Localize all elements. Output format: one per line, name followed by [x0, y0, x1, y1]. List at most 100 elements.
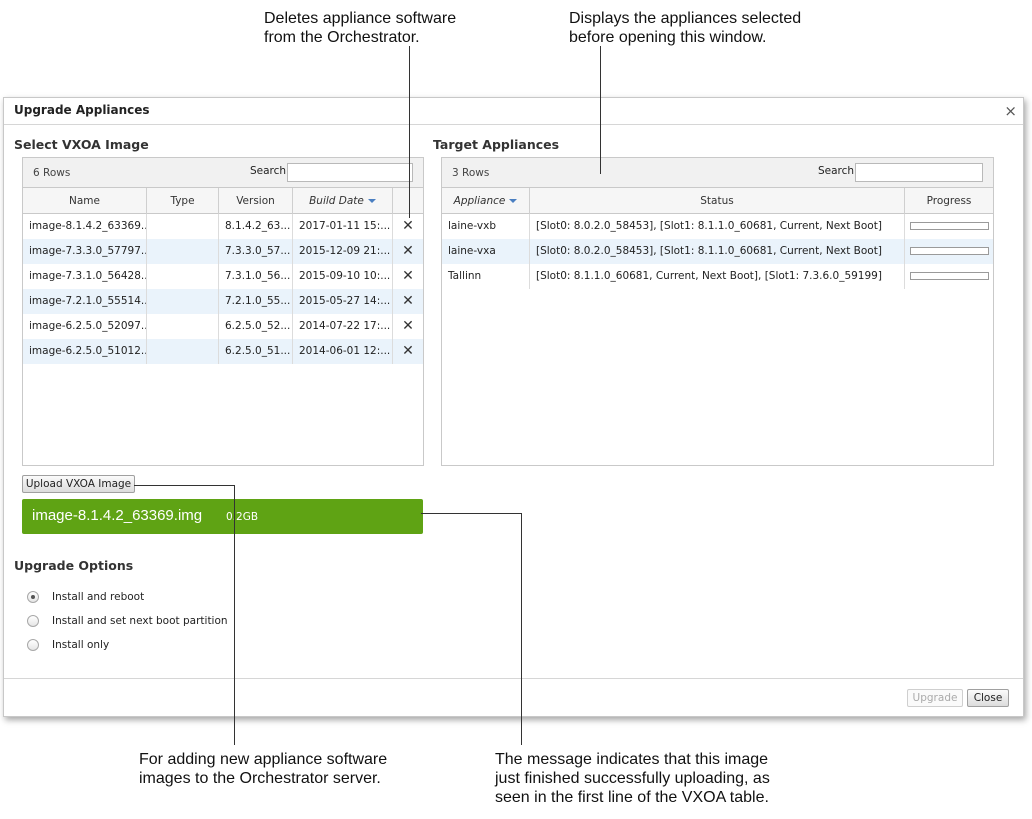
targets-grid-header: Appliance Status Progress [442, 188, 993, 214]
table-row[interactable]: laine-vxa [Slot0: 8.0.2.0_58453], [Slot1… [442, 239, 993, 264]
table-row[interactable]: image-7.2.1.0_55514... 7.2.1.0_55... 201… [23, 289, 423, 314]
callout-message-line1: The message indicates that this image [495, 751, 769, 768]
cell-version: 6.2.5.0_51... [219, 339, 293, 364]
upload-vxoa-image-button[interactable]: Upload VXOA Image [22, 475, 135, 493]
callout-targets-line2: before opening this window. [569, 29, 767, 46]
targets-rows-count: 3 Rows [452, 167, 490, 179]
close-icon[interactable]: × [1004, 102, 1017, 120]
progress-bar [910, 222, 989, 230]
delete-icon[interactable]: ✕ [398, 289, 418, 314]
cell-name: image-7.3.1.0_56428... [23, 264, 147, 289]
callout-upload: For adding new appliance software images… [139, 750, 387, 788]
table-row[interactable]: Tallinn [Slot0: 8.1.1.0_60681, Current, … [442, 264, 993, 289]
radio-label-install-only[interactable]: Install only [52, 639, 109, 651]
delete-icon[interactable]: ✕ [398, 264, 418, 289]
table-row[interactable]: image-7.3.3.0_57797... 7.3.3.0_57... 201… [23, 239, 423, 264]
callout-message-connector-h [421, 513, 522, 514]
upload-success-message: image-8.1.4.2_63369.img 0.2GB [22, 499, 423, 534]
table-row[interactable]: image-6.2.5.0_52097... 6.2.5.0_52... 201… [23, 314, 423, 339]
cell-build-date: 2015-12-09 21:... [293, 239, 393, 264]
delete-icon[interactable]: ✕ [398, 314, 418, 339]
cell-type [147, 314, 219, 339]
progress-bar [910, 272, 989, 280]
radio-label-install-and-set-next-boot[interactable]: Install and set next boot partition [52, 615, 228, 627]
vxoa-search-label: Search [250, 165, 287, 177]
table-row[interactable]: laine-vxb [Slot0: 8.0.2.0_58453], [Slot1… [442, 214, 993, 239]
cell-status: [Slot0: 8.0.2.0_58453], [Slot1: 8.1.1.0_… [530, 214, 905, 239]
radio-install-and-set-next-boot[interactable] [27, 615, 39, 627]
callout-targets: Displays the appliances selected before … [569, 9, 801, 47]
progress-bar [910, 247, 989, 255]
upgrade-options-heading: Upgrade Options [14, 558, 134, 573]
table-row[interactable]: image-6.2.5.0_51012... 6.2.5.0_51... 201… [23, 339, 423, 364]
title-divider [4, 124, 1023, 125]
cell-version: 8.1.4.2_63... [219, 214, 293, 239]
cell-build-date: 2015-09-10 10:... [293, 264, 393, 289]
column-header-progress[interactable]: Progress [905, 188, 993, 214]
column-header-status[interactable]: Status [530, 188, 905, 214]
radio-install-only[interactable] [27, 639, 39, 651]
cell-build-date: 2015-05-27 14:... [293, 289, 393, 314]
table-row[interactable]: image-8.1.4.2_63369... 8.1.4.2_63... 201… [23, 214, 423, 239]
cell-name: image-7.3.3.0_57797... [23, 239, 147, 264]
callout-targets-line1: Displays the appliances selected [569, 10, 802, 27]
cell-appliance: laine-vxb [442, 214, 530, 239]
callout-upload-connector-v [234, 485, 235, 745]
cell-name: image-8.1.4.2_63369... [23, 214, 147, 239]
cell-version: 7.2.1.0_55... [219, 289, 293, 314]
cell-name: image-7.2.1.0_55514... [23, 289, 147, 314]
callout-targets-connector [600, 46, 601, 174]
column-header-type[interactable]: Type [147, 188, 219, 214]
callout-message-line2: just finished successfully uploading, as [495, 770, 770, 787]
radio-install-and-reboot[interactable] [27, 591, 39, 603]
target-appliances-grid: 3 Rows Search Appliance Status Progress … [441, 157, 994, 466]
close-button[interactable]: Close [967, 689, 1009, 707]
upload-filename: image-8.1.4.2_63369.img [32, 507, 203, 524]
callout-upload-connector-h [134, 485, 235, 486]
targets-search-label: Search [818, 165, 855, 177]
delete-icon[interactable]: ✕ [398, 214, 418, 239]
cell-type [147, 214, 219, 239]
upload-size: 0.2GB [226, 511, 259, 523]
cell-name: image-6.2.5.0_52097... [23, 314, 147, 339]
callout-upload-line1: For adding new appliance software [139, 751, 388, 768]
callout-message-line3: seen in the first line of the VXOA table… [495, 789, 769, 806]
cell-version: 6.2.5.0_52... [219, 314, 293, 339]
cell-type [147, 289, 219, 314]
vxoa-rows-count: 6 Rows [33, 167, 71, 179]
cell-type [147, 264, 219, 289]
callout-delete-line1: Deletes appliance software [264, 10, 457, 27]
cell-appliance: laine-vxa [442, 239, 530, 264]
vxoa-grid-header: Name Type Version Build Date [23, 188, 423, 214]
cell-build-date: 2014-06-01 12:... [293, 339, 393, 364]
upgrade-button[interactable]: Upgrade [907, 689, 963, 707]
cell-type [147, 339, 219, 364]
cell-version: 7.3.3.0_57... [219, 239, 293, 264]
target-appliances-heading: Target Appliances [433, 137, 560, 152]
callout-upload-line2: images to the Orchestrator server. [139, 770, 381, 787]
callout-delete-connector [409, 46, 410, 218]
column-header-build-date[interactable]: Build Date [293, 188, 393, 214]
column-header-name[interactable]: Name [23, 188, 147, 214]
build-date-label: Build Date [309, 195, 364, 207]
column-header-version[interactable]: Version [219, 188, 293, 214]
radio-label-install-and-reboot[interactable]: Install and reboot [52, 591, 144, 603]
sort-descending-icon [509, 199, 518, 203]
vxoa-grid-toolbar: 6 Rows Search [23, 158, 423, 188]
table-row[interactable]: image-7.3.1.0_56428... 7.3.1.0_56... 201… [23, 264, 423, 289]
footer-divider [4, 678, 1023, 679]
delete-icon[interactable]: ✕ [398, 239, 418, 264]
callout-delete-line2: from the Orchestrator. [264, 29, 420, 46]
column-header-appliance[interactable]: Appliance [442, 188, 530, 214]
dialog-title: Upgrade Appliances [14, 103, 150, 117]
targets-grid-toolbar: 3 Rows Search [442, 158, 993, 188]
vxoa-search-input[interactable] [287, 163, 413, 182]
targets-search-input[interactable] [855, 163, 983, 182]
callout-message: The message indicates that this image ju… [495, 750, 770, 807]
cell-build-date: 2014-07-22 17:... [293, 314, 393, 339]
cell-appliance: Tallinn [442, 264, 530, 289]
appliance-label: Appliance [453, 195, 506, 207]
delete-icon[interactable]: ✕ [398, 339, 418, 364]
cell-status: [Slot0: 8.1.1.0_60681, Current, Next Boo… [530, 264, 905, 289]
callout-message-connector-v [521, 513, 522, 745]
